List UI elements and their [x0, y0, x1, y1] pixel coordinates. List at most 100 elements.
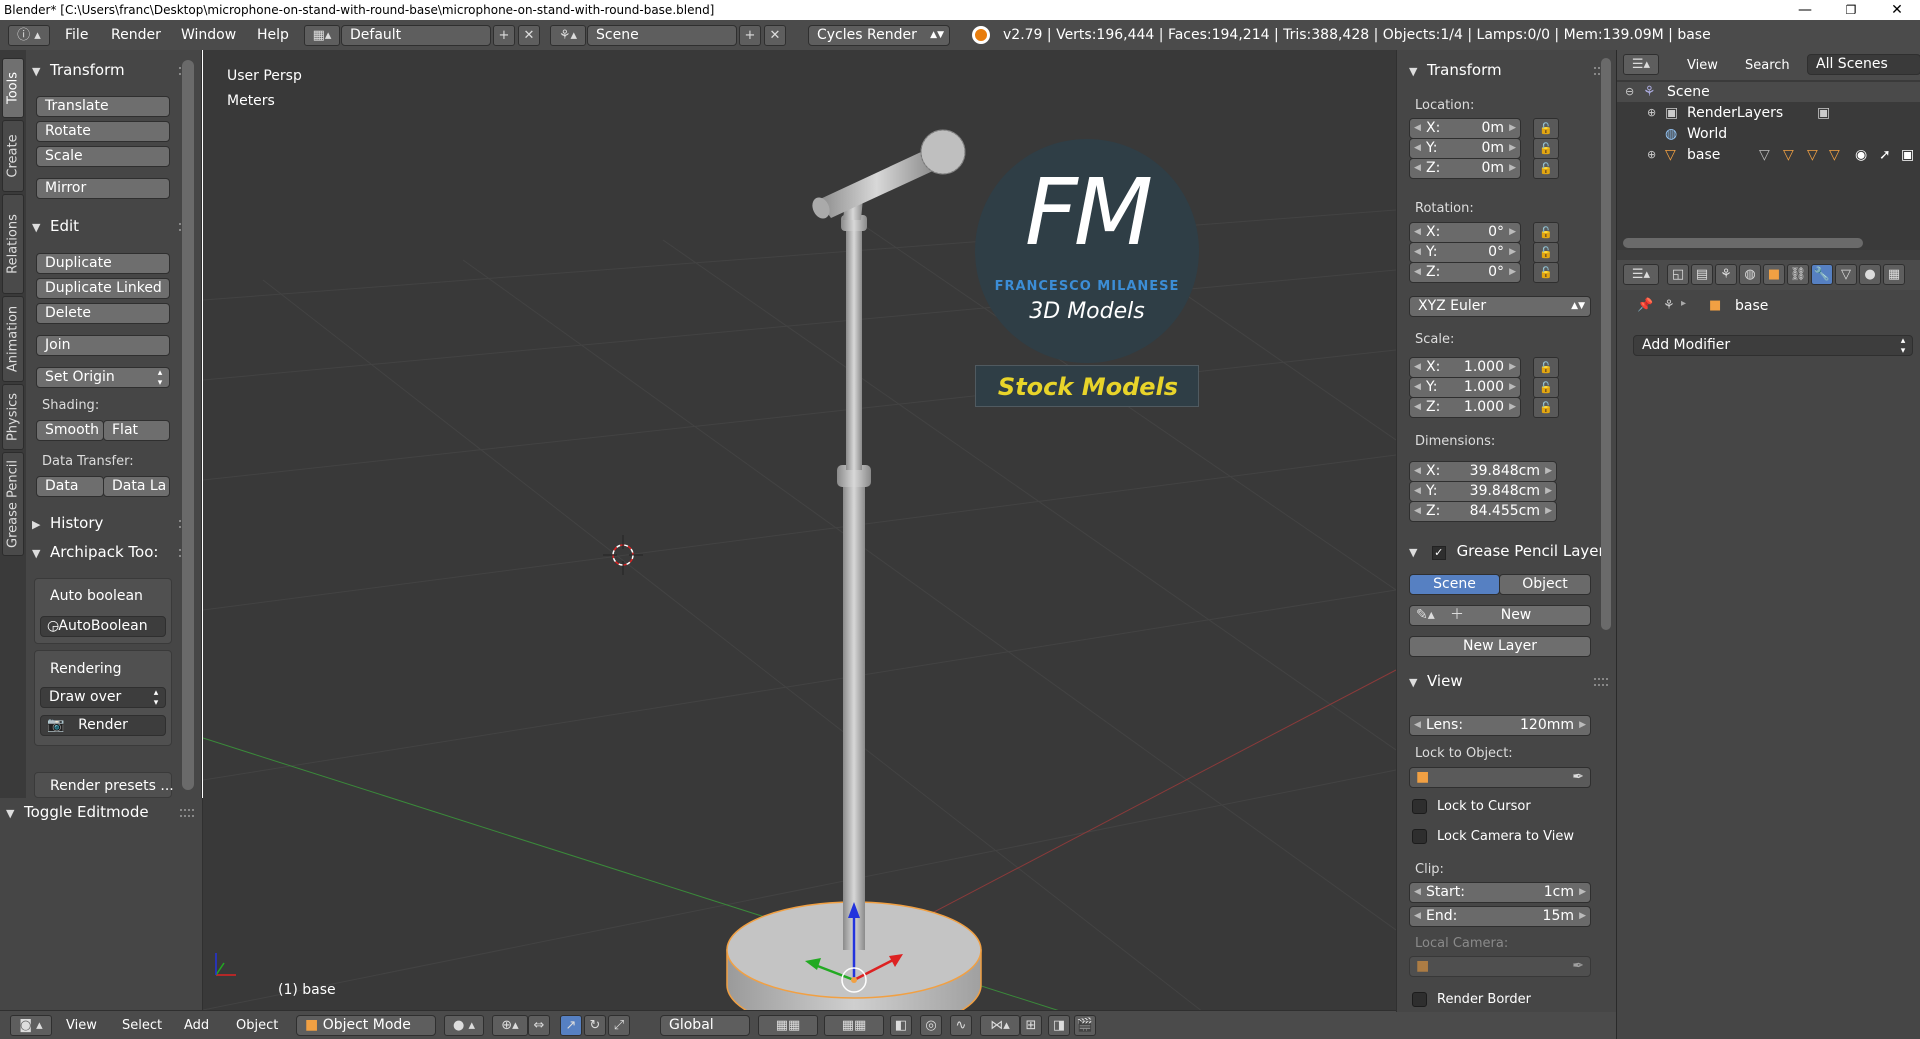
set-origin-select[interactable]: Set Origin	[36, 367, 170, 388]
rotation-2-field[interactable]: ◀ Z: 0° ▶	[1409, 262, 1521, 283]
maximize-button[interactable]: ❐	[1828, 0, 1874, 20]
lock-icon[interactable]: 🔓	[1533, 262, 1559, 283]
screen-layout-field[interactable]: Default	[341, 25, 491, 46]
tab-physics[interactable]: Physics	[2, 384, 24, 450]
scale-1-field[interactable]: ◀ Y: 1.000 ▶	[1409, 377, 1521, 398]
clip-end-field[interactable]: ◀ End: 15m ▶	[1409, 906, 1591, 927]
menu-window[interactable]: Window	[181, 27, 236, 43]
checkbox-checked-icon[interactable]: ✓	[1431, 546, 1446, 560]
outliner-row-renderlayers[interactable]: ⊕ ▣ RenderLayers ▣	[1617, 103, 1920, 123]
duplicate-linked-button[interactable]: Duplicate Linked	[36, 278, 170, 299]
scale-manipulator-icon[interactable]: ⤢	[608, 1015, 630, 1036]
outliner-row-base[interactable]: ⊕ ▽ base ▽ ▽ ▽ ▽ ◉ ➚ ▣	[1617, 145, 1920, 165]
draw-over-select[interactable]: Draw over	[40, 687, 166, 708]
gp-scene-toggle[interactable]: Scene	[1409, 574, 1500, 595]
menu-add[interactable]: Add	[184, 1018, 209, 1033]
expand-plus-icon[interactable]: ⊕	[1647, 145, 1656, 165]
3d-viewport[interactable]: User Persp Meters FM FRANCESCO MILANESE …	[203, 50, 1396, 1012]
3d-cursor-icon[interactable]	[603, 535, 643, 575]
rotation-0-field[interactable]: ◀ X: 0° ▶	[1409, 222, 1521, 243]
tab-animation[interactable]: Animation	[2, 296, 24, 382]
rotation-1-field[interactable]: ◀ Y: 0° ▶	[1409, 242, 1521, 263]
tab-tools[interactable]: Tools	[2, 58, 24, 118]
texture-tab-icon[interactable]: ▦	[1883, 264, 1905, 285]
lock-icon[interactable]: 🔓	[1533, 158, 1559, 179]
lock-object-field[interactable]: ■ ✒	[1409, 767, 1591, 788]
scene-field[interactable]: Scene	[587, 25, 737, 46]
minimize-button[interactable]: —	[1782, 0, 1828, 20]
eyedropper-icon[interactable]: ✒	[1572, 768, 1584, 787]
gp-new-layer-button[interactable]: New Layer	[1409, 636, 1591, 657]
translate-manipulator-icon[interactable]: ↗	[560, 1015, 582, 1036]
lock-icon[interactable]: 🔓	[1533, 397, 1559, 418]
render-border-checkbox[interactable]	[1412, 992, 1427, 1007]
orientation-select[interactable]: Global	[660, 1015, 750, 1036]
pin-icon[interactable]: 📌	[1637, 298, 1653, 313]
modifiers-tab-icon[interactable]: 🔧	[1811, 264, 1833, 285]
toolshelf-scrollbar[interactable]	[182, 60, 194, 790]
tab-relations[interactable]: Relations	[2, 194, 24, 294]
outliner-filter-select[interactable]: All Scenes	[1807, 54, 1920, 75]
toggle-editmode-header[interactable]: ▼ Toggle Editmode	[6, 803, 149, 827]
editor-type-info-icon[interactable]: ⓘ ▴	[8, 25, 50, 46]
render-camera-icon[interactable]: ▣	[1901, 145, 1914, 165]
material-tab-icon[interactable]: ●	[1859, 264, 1881, 285]
lock-to-cursor-checkbox[interactable]	[1412, 799, 1427, 814]
snap-target-icon[interactable]: ⊞	[1020, 1015, 1042, 1036]
flat-button[interactable]: Flat	[103, 420, 170, 441]
add-scene-icon[interactable]: +	[739, 25, 761, 46]
rotate-button[interactable]: Rotate	[36, 121, 170, 142]
lock-icon[interactable]: 🔓	[1533, 138, 1559, 159]
drag-grip-icon[interactable]	[1594, 678, 1608, 686]
location-0-field[interactable]: ◀ X: 0m ▶	[1409, 118, 1521, 139]
proportional-edit-icon[interactable]: ◎	[920, 1015, 942, 1036]
dimensions-2-field[interactable]: ◀ Z: 84.455cm ▶	[1409, 501, 1557, 522]
visibility-eye-icon[interactable]: ◉	[1855, 145, 1867, 165]
delete-button[interactable]: Delete	[36, 303, 170, 324]
join-button[interactable]: Join	[36, 335, 170, 356]
mode-select[interactable]: ■ Object Mode	[296, 1015, 436, 1036]
constraints-tab-icon[interactable]: ⛓	[1787, 264, 1809, 285]
lock-camera-checkbox[interactable]	[1412, 829, 1427, 844]
render-layers-tab-icon[interactable]: ▤	[1691, 264, 1713, 285]
editor-type-3dview-icon[interactable]: ◙ ▴	[10, 1015, 52, 1036]
auto-boolean-button[interactable]: ◶ AutoBoolean	[40, 616, 166, 637]
render-tab-icon[interactable]: ◱	[1667, 264, 1689, 285]
view-panel-header[interactable]: ▼ View	[1409, 672, 1463, 696]
lock-layers-icon[interactable]: ◧	[890, 1015, 912, 1036]
scene-tab-icon[interactable]: ⚘	[1715, 264, 1737, 285]
dimensions-1-field[interactable]: ◀ Y: 39.848cm ▶	[1409, 481, 1557, 502]
render-engine-select[interactable]: Cycles Render ▲▼	[808, 25, 950, 46]
collapse-minus-icon[interactable]: ⊖	[1625, 82, 1634, 102]
tab-create[interactable]: Create	[2, 120, 24, 192]
layers-grid-1[interactable]: ▦▦	[758, 1015, 818, 1036]
outliner-menu-search[interactable]: Search	[1745, 58, 1790, 73]
npanel-scrollbar[interactable]	[1601, 58, 1611, 630]
location-1-field[interactable]: ◀ Y: 0m ▶	[1409, 138, 1521, 159]
rotation-mode-select[interactable]: XYZ Euler ▲▼	[1409, 296, 1591, 317]
editor-type-outliner-icon[interactable]: ☰▴	[1623, 54, 1659, 75]
menu-view[interactable]: View	[66, 1018, 97, 1033]
menu-help[interactable]: Help	[257, 27, 289, 43]
scene-icon[interactable]: ⚘▴	[550, 25, 586, 46]
tab-grease-pencil[interactable]: Grease Pencil	[2, 452, 24, 556]
outliner-row-scene[interactable]: ⊖ ⚘ Scene	[1617, 82, 1920, 102]
clip-start-field[interactable]: ◀ Start: 1cm ▶	[1409, 882, 1591, 903]
microphone-stand-model[interactable]	[703, 90, 1003, 1010]
menu-select[interactable]: Select	[122, 1018, 162, 1033]
object-tab-icon[interactable]: ■	[1763, 264, 1785, 285]
add-screen-icon[interactable]: +	[493, 25, 515, 46]
menu-file[interactable]: File	[65, 27, 88, 43]
selectable-arrow-icon[interactable]: ➚	[1879, 145, 1891, 165]
grease-pencil-layer-header[interactable]: ▼ ✓ Grease Pencil Layer	[1409, 542, 1605, 566]
editor-type-properties-icon[interactable]: ☰▴	[1623, 264, 1659, 285]
lock-icon[interactable]: 🔓	[1533, 242, 1559, 263]
add-modifier-select[interactable]: Add Modifier	[1633, 335, 1913, 356]
opengl-render-icon[interactable]: ◨	[1048, 1015, 1070, 1036]
lock-icon[interactable]: 🔓	[1533, 118, 1559, 139]
gp-object-toggle[interactable]: Object	[1499, 574, 1591, 595]
archipack-panel-header[interactable]: ▼ Archipack Too:	[32, 543, 158, 567]
screen-layout-icon[interactable]: ▦▴	[304, 25, 340, 46]
outliner-menu-view[interactable]: View	[1687, 58, 1718, 73]
lock-icon[interactable]: 🔓	[1533, 222, 1559, 243]
